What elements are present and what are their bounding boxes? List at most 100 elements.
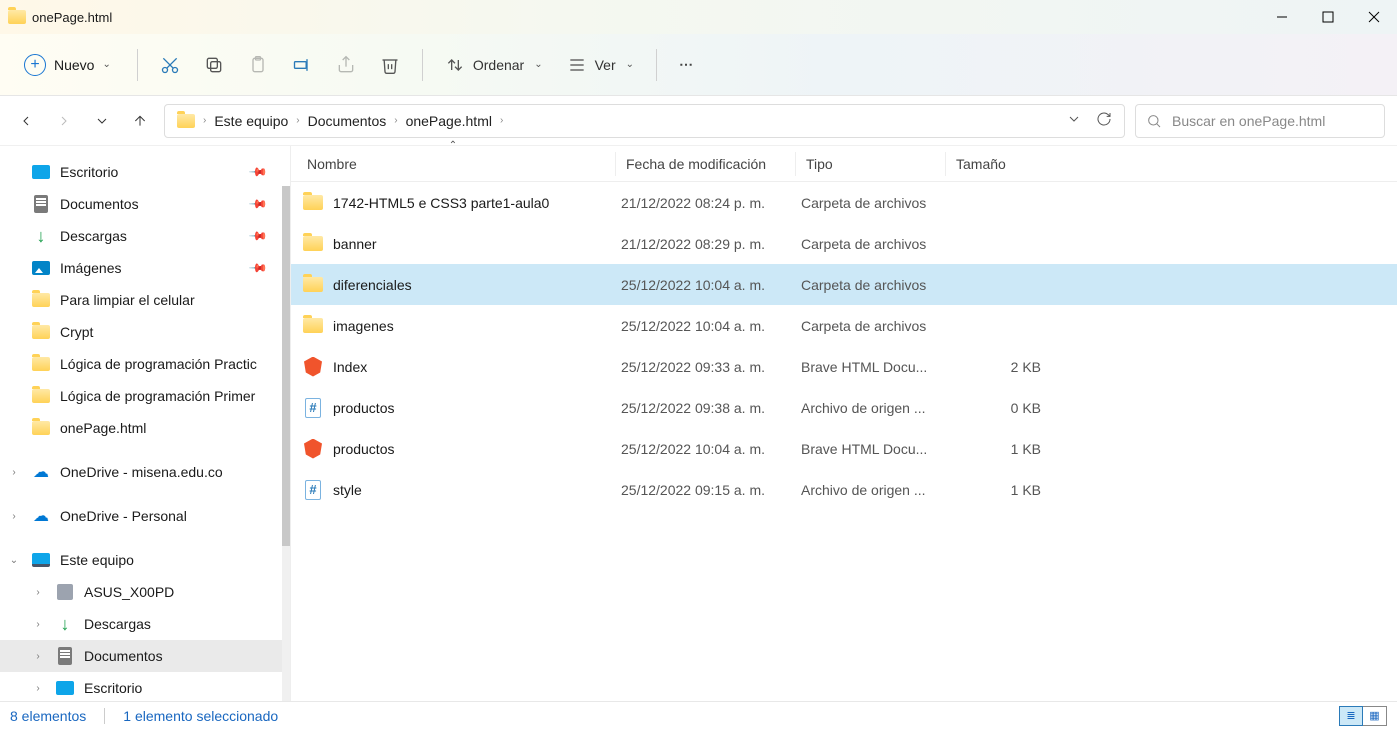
sidebar-item[interactable]: › Documentos (0, 640, 290, 672)
sidebar-item[interactable]: ↓Descargas📌 (0, 220, 290, 252)
sidebar-item-thispc[interactable]: ⌄ Este equipo (0, 544, 290, 576)
expand-icon[interactable]: › (30, 587, 46, 598)
minimize-button[interactable] (1259, 0, 1305, 34)
sidebar-item-onedrive[interactable]: ›☁OneDrive - Personal (0, 500, 290, 532)
up-button[interactable] (126, 107, 154, 135)
file-name: diferenciales (333, 277, 412, 293)
sidebar-item[interactable]: ›↓Descargas (0, 608, 290, 640)
rename-button[interactable] (282, 46, 322, 84)
sidebar-item-label: ASUS_X00PD (84, 584, 174, 600)
sidebar-item-label: Para limpiar el celular (60, 292, 195, 308)
file-row[interactable]: imagenes25/12/2022 10:04 a. m.Carpeta de… (291, 305, 1397, 346)
folder-icon (32, 325, 50, 339)
pin-icon: 📌 (248, 258, 268, 278)
back-button[interactable] (12, 107, 40, 135)
column-name[interactable]: ⌃Nombre (291, 152, 615, 176)
desktop-icon (32, 165, 50, 179)
drive-icon (57, 584, 73, 600)
file-row[interactable]: diferenciales25/12/2022 10:04 a. m.Carpe… (291, 264, 1397, 305)
sidebar-item[interactable]: Imágenes📌 (0, 252, 290, 284)
expand-icon[interactable]: › (6, 467, 22, 478)
chevron-right-icon: › (392, 115, 399, 126)
divider (104, 708, 105, 724)
address-bar[interactable]: › Este equipo › Documentos › onePage.htm… (164, 104, 1125, 138)
file-row[interactable]: #productos25/12/2022 09:38 a. m.Archivo … (291, 387, 1397, 428)
maximize-button[interactable] (1305, 0, 1351, 34)
forward-button[interactable] (50, 107, 78, 135)
folder-icon (32, 389, 50, 403)
sort-label: Ordenar (473, 57, 524, 73)
file-date: 25/12/2022 09:33 a. m. (621, 359, 801, 375)
divider (656, 49, 657, 81)
file-date: 25/12/2022 10:04 a. m. (621, 441, 801, 457)
sidebar-item[interactable]: Para limpiar el celular (0, 284, 290, 316)
paste-button[interactable] (238, 46, 278, 84)
sidebar-item[interactable]: onePage.html (0, 412, 290, 444)
sidebar-item-label: OneDrive - misena.edu.co (60, 464, 223, 480)
column-size[interactable]: Tamaño (945, 152, 1045, 176)
more-button[interactable]: ⋯ (669, 46, 705, 84)
file-date: 21/12/2022 08:24 p. m. (621, 195, 801, 211)
sidebar-item-label: Descargas (60, 228, 127, 244)
pc-icon (32, 553, 50, 567)
sidebar-item[interactable]: Lógica de programación Practic (0, 348, 290, 380)
status-items: 8 elementos (10, 708, 86, 724)
navigation-row: › Este equipo › Documentos › onePage.htm… (0, 96, 1397, 146)
main-area: Escritorio📌Documentos📌↓Descargas📌Imágene… (0, 146, 1397, 701)
dropdown-button[interactable] (1066, 111, 1082, 130)
file-name: banner (333, 236, 377, 252)
column-type[interactable]: Tipo (795, 152, 945, 176)
view-label: Ver (595, 57, 616, 73)
file-name: style (333, 482, 362, 498)
copy-button[interactable] (194, 46, 234, 84)
view-toggles: ≣ ▦ (1339, 706, 1387, 726)
expand-icon[interactable]: › (6, 511, 22, 522)
scrollbar-thumb[interactable] (282, 186, 290, 546)
new-button[interactable]: + Nuevo ⌄ (10, 46, 125, 84)
file-row[interactable]: 1742-HTML5 e CSS3 parte1-aula021/12/2022… (291, 182, 1397, 223)
collapse-icon[interactable]: ⌄ (6, 555, 22, 566)
expand-icon[interactable]: › (30, 619, 46, 630)
thumbnails-view-button[interactable]: ▦ (1363, 706, 1387, 726)
file-row[interactable]: banner21/12/2022 08:29 p. m.Carpeta de a… (291, 223, 1397, 264)
file-row[interactable]: productos25/12/2022 10:04 a. m.Brave HTM… (291, 428, 1397, 469)
file-pane: ⌃Nombre Fecha de modificación Tipo Tamañ… (290, 146, 1397, 701)
image-icon (32, 261, 50, 275)
close-button[interactable] (1351, 0, 1397, 34)
sidebar-item[interactable]: Escritorio📌 (0, 156, 290, 188)
expand-icon[interactable]: › (30, 683, 46, 694)
sidebar-item-label: Lógica de programación Primer (60, 388, 255, 404)
file-row[interactable]: #style25/12/2022 09:15 a. m.Archivo de o… (291, 469, 1397, 510)
column-date[interactable]: Fecha de modificación (615, 152, 795, 176)
cut-button[interactable] (150, 46, 190, 84)
sidebar-item-label: Este equipo (60, 552, 134, 568)
document-icon (58, 647, 72, 665)
share-button[interactable] (326, 46, 366, 84)
file-row[interactable]: Index25/12/2022 09:33 a. m.Brave HTML Do… (291, 346, 1397, 387)
sidebar-item[interactable]: Documentos📌 (0, 188, 290, 220)
file-date: 21/12/2022 08:29 p. m. (621, 236, 801, 252)
search-placeholder: Buscar en onePage.html (1172, 113, 1325, 129)
delete-button[interactable] (370, 46, 410, 84)
breadcrumb[interactable]: Este equipo (208, 113, 294, 129)
sidebar-item[interactable]: › ASUS_X00PD (0, 576, 290, 608)
sidebar-item[interactable]: ›Escritorio (0, 672, 290, 701)
chevron-right-icon: › (294, 115, 301, 126)
pin-icon: 📌 (248, 194, 268, 214)
expand-icon[interactable]: › (30, 651, 46, 662)
sidebar-item[interactable]: Lógica de programación Primer (0, 380, 290, 412)
folder-icon (32, 357, 50, 371)
refresh-button[interactable] (1096, 111, 1112, 130)
chevron-right-icon: › (201, 115, 208, 126)
sort-button[interactable]: Ordenar ⌄ (435, 46, 553, 84)
breadcrumb[interactable]: Documentos (302, 113, 393, 129)
document-icon (34, 195, 48, 213)
view-button[interactable]: Ver ⌄ (557, 46, 644, 84)
recent-button[interactable] (88, 107, 116, 135)
details-view-button[interactable]: ≣ (1339, 706, 1363, 726)
sidebar-item[interactable]: Crypt (0, 316, 290, 348)
search-input[interactable]: Buscar en onePage.html (1135, 104, 1385, 138)
sidebar-item-onedrive[interactable]: ›☁OneDrive - misena.edu.co (0, 456, 290, 488)
breadcrumb[interactable]: onePage.html (400, 113, 498, 129)
sidebar-item-label: Documentos (84, 648, 163, 664)
